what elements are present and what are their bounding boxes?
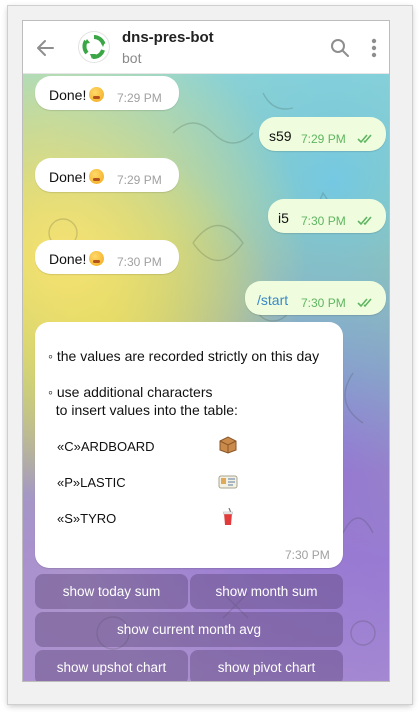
incoming-message[interactable]: Done! 7:30 PM xyxy=(35,240,179,274)
grimacing-emoji-icon xyxy=(89,251,105,266)
read-double-check-icon xyxy=(357,134,372,144)
grimacing-emoji-icon xyxy=(89,169,105,184)
show-month-sum-button[interactable]: show month sum xyxy=(190,574,343,609)
message-time: 7:30 PM xyxy=(285,548,330,562)
more-vertical-icon xyxy=(371,38,377,58)
message-text-content: Done! xyxy=(49,251,87,267)
arrow-left-icon xyxy=(37,40,54,56)
plastic-label: «P»LASTIC xyxy=(57,475,126,490)
message-time: 7:29 PM xyxy=(117,173,162,187)
info-line-characters: ◦ use additional characters xyxy=(48,384,213,400)
message-text-content: Done! xyxy=(49,169,87,185)
message-text: Done! xyxy=(49,251,105,267)
bot-avatar[interactable] xyxy=(79,32,109,62)
show-pivot-chart-button[interactable]: show pivot chart xyxy=(190,650,343,681)
read-double-check-icon xyxy=(357,298,372,308)
message-text: i5 xyxy=(278,210,289,226)
outgoing-message[interactable]: i5 7:30 PM xyxy=(268,199,386,233)
id-card-icon xyxy=(218,475,238,489)
outgoing-message[interactable]: s59 7:29 PM xyxy=(259,117,386,151)
show-today-sum-button[interactable]: show today sum xyxy=(35,574,188,609)
incoming-message[interactable]: Done! 7:29 PM xyxy=(35,76,179,110)
read-double-check-icon xyxy=(357,216,372,226)
chat-header: dns-pres-bot bot xyxy=(23,21,389,74)
chat-area[interactable]: Done! 7:29 PM s59 7:29 PM Done! 7:29 PM … xyxy=(23,73,389,681)
chat-title[interactable]: dns-pres-bot xyxy=(122,29,214,46)
message-text: s59 xyxy=(269,128,292,144)
chat-subtitle: bot xyxy=(122,50,142,66)
message-text-content: Done! xyxy=(49,87,87,103)
message-time: 7:30 PM xyxy=(301,214,346,228)
message-time: 7:30 PM xyxy=(301,296,346,310)
more-menu-button[interactable] xyxy=(363,36,385,60)
search-button[interactable] xyxy=(329,37,351,59)
telegram-screen: dns-pres-bot bot Done! 7:29 PM s59 7:29 … xyxy=(23,21,389,681)
show-upshot-chart-button[interactable]: show upshot chart xyxy=(35,650,188,681)
styro-label: «S»TYRO xyxy=(57,511,117,526)
message-time: 7:29 PM xyxy=(301,132,346,146)
info-line-insert: to insert values into the table: xyxy=(48,402,238,418)
show-current-month-avg-button[interactable]: show current month avg xyxy=(35,612,343,647)
outgoing-message[interactable]: /start 7:30 PM xyxy=(245,281,386,315)
cardboard-label: «C»ARDBOARD xyxy=(57,439,155,454)
back-button[interactable] xyxy=(33,35,59,61)
message-text: Done! xyxy=(49,169,105,185)
bot-info-message[interactable]: ◦ the values are recorded strictly on th… xyxy=(35,322,343,568)
cup-with-straw-icon xyxy=(223,508,233,525)
message-text: Done! xyxy=(49,87,105,103)
message-time: 7:30 PM xyxy=(117,255,162,269)
recycle-icon xyxy=(82,35,106,59)
incoming-message[interactable]: Done! 7:29 PM xyxy=(35,158,179,192)
message-time: 7:29 PM xyxy=(117,91,162,105)
info-line-recorded: ◦ the values are recorded strictly on th… xyxy=(48,348,320,364)
search-icon xyxy=(331,39,349,57)
grimacing-emoji-icon xyxy=(89,87,105,102)
package-box-icon xyxy=(219,436,237,454)
command-link[interactable]: /start xyxy=(257,292,288,308)
